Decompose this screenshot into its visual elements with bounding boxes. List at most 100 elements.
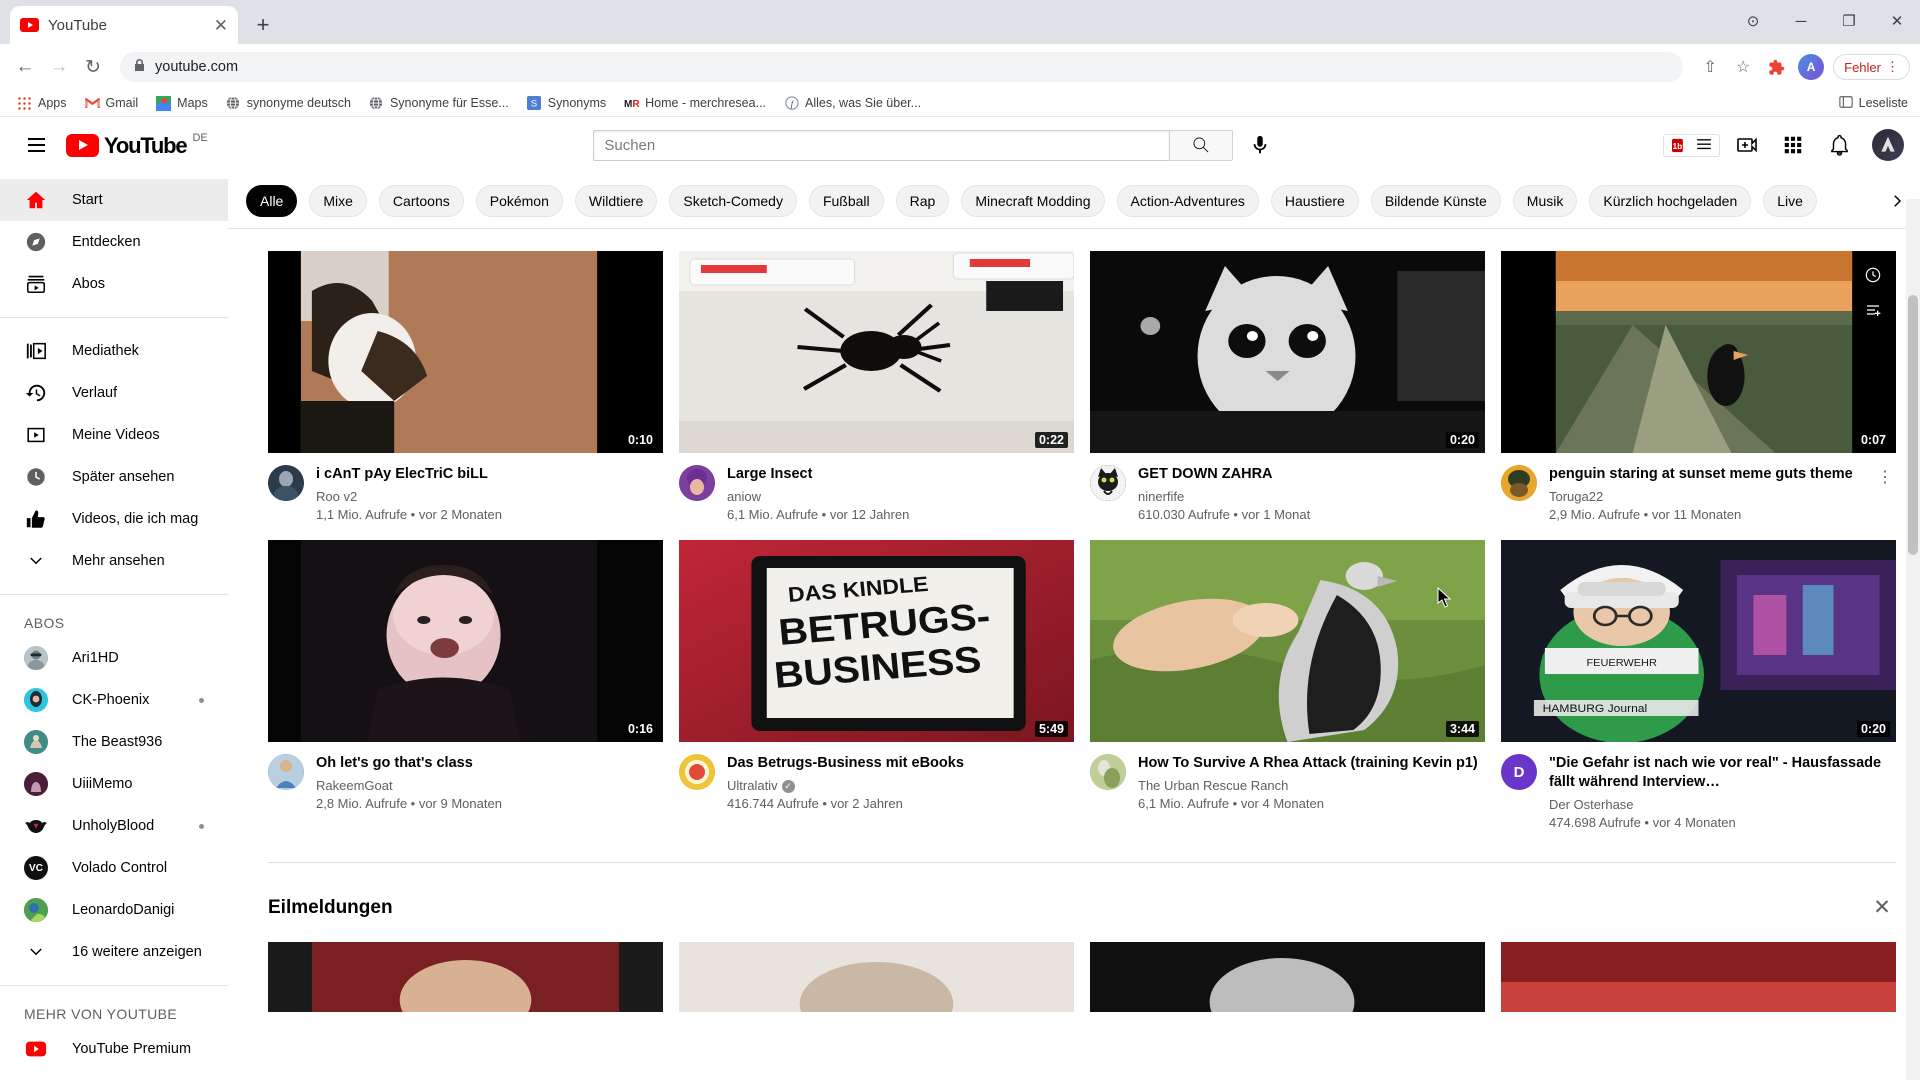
video-card[interactable]: 0:10 i cAnT pAy ElecTriC biLL Roo v2 1,1… xyxy=(268,251,663,524)
bookmark-apps[interactable]: Apps xyxy=(10,93,74,114)
sidebar-item-filme-serien[interactable]: Filme & Serien xyxy=(0,1070,228,1080)
video-title[interactable]: Oh let's go that's class xyxy=(316,754,663,773)
video-title[interactable]: "Die Gefahr ist nach wie vor real" - Hau… xyxy=(1549,754,1896,792)
avatar[interactable] xyxy=(1501,465,1537,501)
close-window-button[interactable]: ✕ xyxy=(1874,4,1920,38)
profile-avatar[interactable]: A xyxy=(1798,54,1825,80)
bookmark-synonyme-deutsch[interactable]: synonyme deutsch xyxy=(219,93,358,114)
sidebar-show-more-subscriptions[interactable]: 16 weitere anzeigen xyxy=(0,931,228,973)
avatar[interactable] xyxy=(679,754,715,790)
create-video-button[interactable] xyxy=(1728,126,1766,164)
sidebar-subscription-leonardodanigi[interactable]: LeonardoDanigi xyxy=(0,889,228,931)
shelf-video-card[interactable] xyxy=(679,942,1074,1012)
video-card[interactable]: 3:44 How To Survive A Rhea Attack (train… xyxy=(1090,540,1485,832)
video-channel[interactable]: Der Osterhase xyxy=(1549,796,1896,814)
chip-minecraft-modding[interactable]: Minecraft Modding xyxy=(961,184,1105,217)
new-tab-button[interactable]: + xyxy=(246,8,280,42)
kebab-menu-icon[interactable]: ⋮ xyxy=(1874,465,1896,524)
video-thumbnail[interactable]: 0:20 xyxy=(1090,251,1485,453)
video-channel[interactable]: The Urban Rescue Ranch xyxy=(1138,777,1485,795)
video-title[interactable]: How To Survive A Rhea Attack (training K… xyxy=(1138,754,1485,773)
video-channel[interactable]: aniow xyxy=(727,488,1074,506)
add-to-queue-button[interactable] xyxy=(1858,295,1887,324)
minimize-button[interactable]: ─ xyxy=(1778,4,1824,38)
video-card[interactable]: 0:07 penguin staring at sunset meme guts… xyxy=(1501,251,1896,524)
video-channel[interactable]: ninerfife xyxy=(1138,488,1485,506)
video-title[interactable]: penguin staring at sunset meme guts them… xyxy=(1549,465,1862,484)
bookmark-home-merchresea[interactable]: MR Home - merchresea... xyxy=(617,93,773,114)
sidebar-subscription-volado-control[interactable]: VC Volado Control xyxy=(0,847,228,889)
sidebar-subscription-ari1hd[interactable]: Ari1HD xyxy=(0,637,228,679)
back-icon[interactable]: ← xyxy=(10,52,40,82)
chip-rap[interactable]: Rap xyxy=(895,184,950,217)
bookmark-synonyme-fuer-esse[interactable]: Synonyme für Esse... xyxy=(362,93,516,114)
sidebar-subscription-uiiimemo[interactable]: UiiiMemo xyxy=(0,763,228,805)
bookmark-alles-was-sie-ueber[interactable]: f Alles, was Sie über... xyxy=(777,93,928,114)
sidebar-item-verlauf[interactable]: Verlauf xyxy=(0,372,228,414)
video-title[interactable]: GET DOWN ZAHRA xyxy=(1138,465,1485,484)
video-thumbnail[interactable]: 0:22 xyxy=(679,251,1074,453)
video-title[interactable]: Das Betrugs-Business mit eBooks xyxy=(727,754,1074,773)
chip-pokemon[interactable]: Pokémon xyxy=(475,184,563,217)
avatar[interactable] xyxy=(268,465,304,501)
video-thumbnail[interactable]: FEUERWEHR HAMBURG Journal 0:20 xyxy=(1501,540,1896,742)
error-badge[interactable]: Fehler ⋮ xyxy=(1833,54,1910,80)
avatar[interactable] xyxy=(679,465,715,501)
avatar[interactable] xyxy=(268,754,304,790)
chip-kuerzlich-hochgeladen[interactable]: Kürzlich hochgeladen xyxy=(1589,184,1752,217)
avatar[interactable] xyxy=(1090,754,1126,790)
video-thumbnail[interactable] xyxy=(1501,942,1896,1012)
hamburger-icon[interactable] xyxy=(16,125,56,165)
video-card[interactable]: 0:22 Large Insect aniow 6,1 Mio. Aufrufe… xyxy=(679,251,1074,524)
video-card[interactable]: 0:20 GET DOWN ZAHRA ninerfife 610.030 Au… xyxy=(1090,251,1485,524)
sidebar-subscription-unholyblood[interactable]: UnholyBlood xyxy=(0,805,228,847)
search-input[interactable] xyxy=(593,129,1170,161)
video-title[interactable]: Large Insect xyxy=(727,465,1074,484)
chip-haustiere[interactable]: Haustiere xyxy=(1270,184,1359,217)
monetization-button[interactable]: 1b xyxy=(1663,133,1720,157)
sidebar-subscription-the-beast936[interactable]: The Beast936 xyxy=(0,721,228,763)
sidebar-item-mediathek[interactable]: Mediathek xyxy=(0,330,228,372)
address-bar[interactable]: youtube.com xyxy=(120,52,1684,82)
sidebar-item-youtube-premium[interactable]: YouTube Premium xyxy=(0,1028,228,1070)
video-thumbnail[interactable]: 0:07 xyxy=(1501,251,1896,453)
close-icon[interactable]: ✕ xyxy=(1868,895,1896,920)
notifications-button[interactable] xyxy=(1820,126,1858,164)
chip-alle[interactable]: Alle xyxy=(246,184,298,217)
chip-mixe[interactable]: Mixe xyxy=(309,184,367,217)
sidebar-item-entdecken[interactable]: Entdecken xyxy=(0,221,228,263)
chip-fussball[interactable]: Fußball xyxy=(808,184,884,217)
video-channel[interactable]: Roo v2 xyxy=(316,488,663,506)
bookmark-star-icon[interactable]: ☆ xyxy=(1728,52,1758,82)
maximize-button[interactable]: ❐ xyxy=(1826,4,1872,38)
youtube-apps-button[interactable] xyxy=(1774,126,1812,164)
shelf-video-card[interactable] xyxy=(1090,942,1485,1012)
youtube-logo[interactable]: YouTube DE xyxy=(66,132,208,157)
video-card[interactable]: FEUERWEHR HAMBURG Journal 0:20 D "Die Ge… xyxy=(1501,540,1896,832)
close-icon[interactable]: ✕ xyxy=(214,17,228,34)
avatar[interactable] xyxy=(1090,465,1126,501)
scrollbar-thumb[interactable] xyxy=(1908,295,1918,555)
page-scrollbar[interactable] xyxy=(1906,199,1920,1080)
chip-wildtiere[interactable]: Wildtiere xyxy=(574,184,658,217)
shelf-video-card[interactable] xyxy=(268,942,663,1012)
browser-tab-youtube[interactable]: YouTube ✕ xyxy=(10,6,238,44)
bookmark-synonyms[interactable]: S Synonyms xyxy=(520,93,613,114)
reload-icon[interactable]: ↻ xyxy=(78,52,108,82)
video-channel[interactable]: Ultralativ ✓ xyxy=(727,777,1074,795)
reading-list-button[interactable]: Leseliste xyxy=(1838,95,1908,112)
watch-later-button[interactable] xyxy=(1858,260,1887,289)
sidebar-item-start[interactable]: Start xyxy=(0,179,228,221)
video-thumbnail[interactable] xyxy=(268,942,663,1012)
extensions-icon[interactable] xyxy=(1761,52,1791,82)
sidebar-item-abos[interactable]: Abos xyxy=(0,263,228,305)
forward-icon[interactable]: → xyxy=(44,52,74,82)
video-card[interactable]: DAS KINDLE BETRUGS- BUSINESS 5:49 Das Be… xyxy=(679,540,1074,832)
bookmark-gmail[interactable]: Gmail xyxy=(78,93,146,114)
chip-bildende-kuenste[interactable]: Bildende Künste xyxy=(1370,184,1501,217)
chip-sketch-comedy[interactable]: Sketch-Comedy xyxy=(669,184,797,217)
video-channel[interactable]: RakeemGoat xyxy=(316,777,663,795)
voice-search-button[interactable] xyxy=(1243,128,1277,162)
sidebar-item-mehr-ansehen[interactable]: Mehr ansehen xyxy=(0,540,228,582)
record-icon[interactable]: ⊙ xyxy=(1730,4,1776,38)
